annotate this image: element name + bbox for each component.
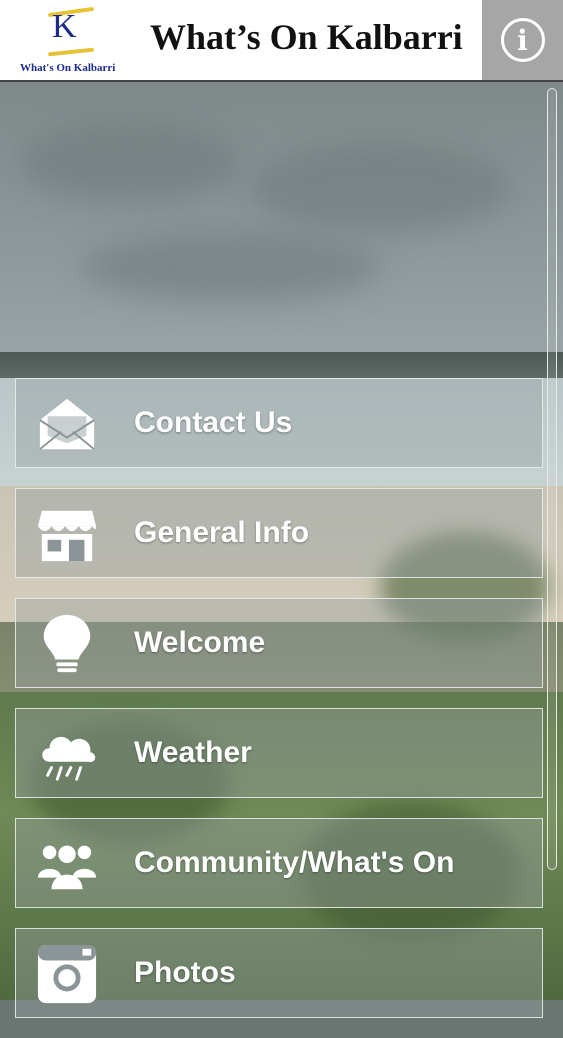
app-title: What’s On Kalbarri bbox=[150, 17, 463, 57]
info-icon: i bbox=[500, 18, 545, 62]
envelope-icon bbox=[39, 398, 95, 450]
menu-item-label: Welcome bbox=[134, 626, 266, 659]
menu-item-welcome[interactable]: Welcome bbox=[15, 598, 543, 688]
menu-item-community[interactable]: Community/What's On bbox=[15, 818, 543, 908]
menu-item-label: Community/What's On bbox=[134, 846, 455, 879]
logo-swoosh-bottom bbox=[47, 47, 95, 57]
cloud bbox=[20, 122, 240, 202]
main-menu: Contact Us General Info Welcome Weather … bbox=[15, 378, 543, 1038]
info-button[interactable]: i bbox=[482, 0, 563, 80]
lightbulb-icon bbox=[43, 614, 91, 673]
menu-item-label: Weather bbox=[134, 736, 252, 769]
people-group-icon bbox=[37, 845, 97, 890]
logo-subtitle: What's On Kalbarri bbox=[20, 62, 116, 74]
horizon-trees bbox=[0, 352, 563, 380]
storefront-icon bbox=[37, 510, 97, 562]
menu-item-label: Photos bbox=[134, 956, 236, 989]
instagram-camera-icon bbox=[37, 944, 97, 1004]
logo-letter: K bbox=[52, 8, 77, 45]
menu-item-contact-us[interactable]: Contact Us bbox=[15, 378, 543, 468]
app-header: K What's On Kalbarri What’s On Kalbarri … bbox=[0, 0, 563, 82]
menu-item-label: Contact Us bbox=[134, 406, 293, 439]
menu-item-photos[interactable]: Photos bbox=[15, 928, 543, 1018]
menu-item-weather[interactable]: Weather bbox=[15, 708, 543, 798]
cloud bbox=[250, 142, 510, 232]
app-logo: K What's On Kalbarri bbox=[14, 4, 126, 76]
menu-item-label: General Info bbox=[134, 516, 310, 549]
rain-cloud-icon bbox=[42, 736, 96, 781]
cloud bbox=[80, 232, 380, 302]
scrollbar[interactable] bbox=[547, 88, 557, 870]
menu-item-general-info[interactable]: General Info bbox=[15, 488, 543, 578]
sky bbox=[0, 82, 563, 360]
